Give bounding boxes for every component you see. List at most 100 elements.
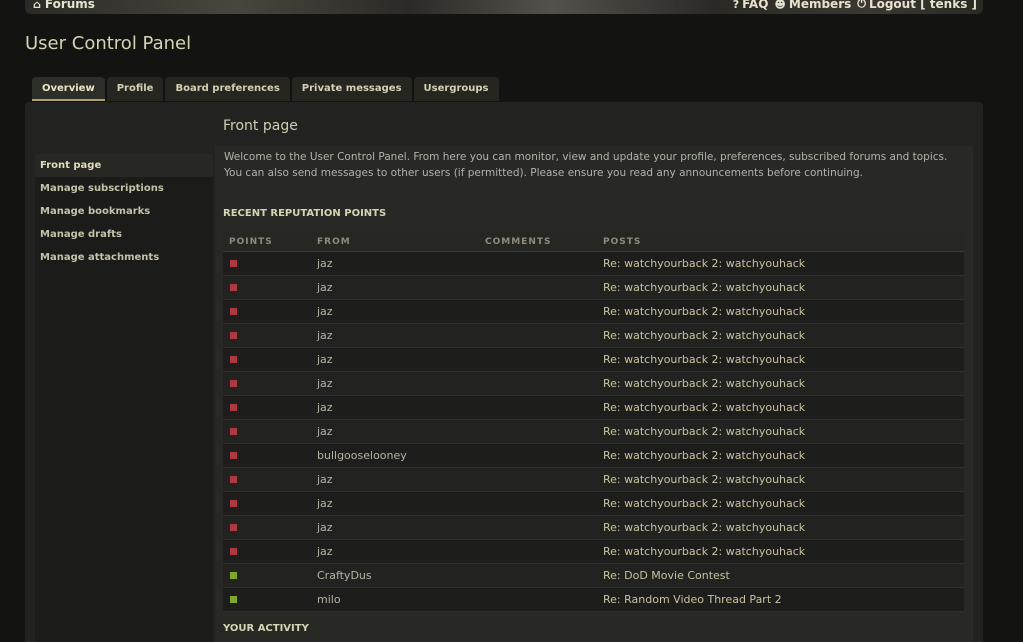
from-user-link[interactable]: jaz xyxy=(311,371,479,396)
points-cell xyxy=(223,563,311,588)
table-row: milo Re: Random Video Thread Part 2 xyxy=(223,587,964,612)
top-banner: ⌂ Forums ? FAQ ☻ Members ⏻ Logout [ tenk… xyxy=(25,0,983,14)
from-user-link[interactable]: jaz xyxy=(311,467,479,492)
post-link[interactable]: Re: Random Video Thread Part 2 xyxy=(597,587,964,612)
sidebar-item-manage-drafts[interactable]: Manage drafts xyxy=(35,223,213,246)
comment-cell xyxy=(479,467,597,492)
table-row: jaz Re: watchyourback 2: watchyouhack xyxy=(223,347,964,372)
comment-cell xyxy=(479,491,597,516)
points-cell xyxy=(223,467,311,492)
points-cell xyxy=(223,491,311,516)
comment-cell xyxy=(479,539,597,564)
from-user-link[interactable]: jaz xyxy=(311,323,479,348)
post-link[interactable]: Re: watchyourback 2: watchyouhack xyxy=(597,395,964,420)
negative-point-icon xyxy=(230,380,237,387)
points-cell xyxy=(223,539,311,564)
comment-cell xyxy=(479,443,597,468)
reputation-heading: RECENT REPUTATION POINTS xyxy=(223,208,387,219)
from-user-link[interactable]: bullgooselooney xyxy=(311,443,479,468)
from-user-link[interactable]: jaz xyxy=(311,395,479,420)
table-row: jaz Re: watchyourback 2: watchyouhack xyxy=(223,491,964,516)
negative-point-icon xyxy=(230,356,237,363)
power-icon: ⏻ xyxy=(857,0,866,10)
comment-cell xyxy=(479,251,597,276)
sidebar-item-front-page[interactable]: Front page xyxy=(35,154,213,177)
post-link[interactable]: Re: watchyourback 2: watchyouhack xyxy=(597,515,964,540)
comment-cell xyxy=(479,299,597,324)
from-user-link[interactable]: jaz xyxy=(311,299,479,324)
from-user-link[interactable]: jaz xyxy=(311,491,479,516)
post-link[interactable]: Re: watchyourback 2: watchyouhack xyxy=(597,299,964,324)
post-link[interactable]: Re: watchyourback 2: watchyouhack xyxy=(597,347,964,372)
comment-cell xyxy=(479,587,597,612)
members-icon: ☻ xyxy=(774,0,786,11)
points-cell xyxy=(223,299,311,324)
post-link[interactable]: Re: watchyourback 2: watchyouhack xyxy=(597,371,964,396)
points-cell xyxy=(223,371,311,396)
points-cell xyxy=(223,515,311,540)
question-icon: ? xyxy=(732,0,740,11)
points-cell xyxy=(223,587,311,612)
table-row: jaz Re: watchyourback 2: watchyouhack xyxy=(223,371,964,396)
post-link[interactable]: Re: watchyourback 2: watchyouhack xyxy=(597,323,964,348)
members-link[interactable]: ☻ Members xyxy=(774,0,851,11)
post-link[interactable]: Re: watchyourback 2: watchyouhack xyxy=(597,491,964,516)
forums-label: Forums xyxy=(44,0,95,11)
logout-label: Logout [ tenks ] xyxy=(868,0,977,11)
table-row: jaz Re: watchyourback 2: watchyouhack xyxy=(223,467,964,492)
forums-link[interactable]: ⌂ Forums xyxy=(33,0,95,11)
faq-label: FAQ xyxy=(742,0,769,11)
points-cell xyxy=(223,443,311,468)
table-row: jaz Re: watchyourback 2: watchyouhack xyxy=(223,419,964,444)
tab-usergroups[interactable]: Usergroups xyxy=(413,77,499,101)
faq-link[interactable]: ? FAQ xyxy=(733,0,769,11)
from-user-link[interactable]: jaz xyxy=(311,251,479,276)
points-cell xyxy=(223,251,311,276)
tab-private-messages[interactable]: Private messages xyxy=(291,77,412,101)
negative-point-icon xyxy=(230,284,237,291)
logout-link[interactable]: ⏻ Logout [ tenks ] xyxy=(857,0,977,11)
sidebar-item-manage-subscriptions[interactable]: Manage subscriptions xyxy=(35,177,213,200)
post-link[interactable]: Re: watchyourback 2: watchyouhack xyxy=(597,539,964,564)
sidebar-item-manage-attachments[interactable]: Manage attachments xyxy=(35,246,213,269)
post-link[interactable]: Re: watchyourback 2: watchyouhack xyxy=(597,443,964,468)
from-user-link[interactable]: milo xyxy=(311,587,479,612)
sidebar-menu: Front page Manage subscriptions Manage b… xyxy=(35,154,213,275)
post-link[interactable]: Re: watchyourback 2: watchyouhack xyxy=(597,467,964,492)
post-link[interactable]: Re: watchyourback 2: watchyouhack xyxy=(597,419,964,444)
column-header-comments: COMMENTS xyxy=(479,232,597,252)
post-link[interactable]: Re: watchyourback 2: watchyouhack xyxy=(597,275,964,300)
points-cell xyxy=(223,347,311,372)
from-user-link[interactable]: CraftyDus xyxy=(311,563,479,588)
page-title: User Control Panel xyxy=(25,33,192,54)
sidebar-item-manage-bookmarks[interactable]: Manage bookmarks xyxy=(35,200,213,223)
post-link[interactable]: Re: DoD Movie Contest xyxy=(597,563,964,588)
column-header-from: FROM xyxy=(311,232,479,252)
sidebar-background xyxy=(35,268,213,642)
negative-point-icon xyxy=(230,452,237,459)
from-user-link[interactable]: jaz xyxy=(311,347,479,372)
from-user-link[interactable]: jaz xyxy=(311,539,479,564)
from-user-link[interactable]: jaz xyxy=(311,419,479,444)
post-link[interactable]: Re: watchyourback 2: watchyouhack xyxy=(597,251,964,276)
content-title: Front page xyxy=(223,118,298,134)
table-row: jaz Re: watchyourback 2: watchyouhack xyxy=(223,515,964,540)
tab-board-preferences[interactable]: Board preferences xyxy=(165,77,290,101)
table-row: jaz Re: watchyourback 2: watchyouhack xyxy=(223,323,964,348)
table-header-row: POINTS FROM COMMENTS POSTS xyxy=(223,232,964,252)
points-cell xyxy=(223,419,311,444)
points-cell xyxy=(223,395,311,420)
table-row: jaz Re: watchyourback 2: watchyouhack xyxy=(223,395,964,420)
comment-cell xyxy=(479,395,597,420)
comment-cell xyxy=(479,275,597,300)
table-row: jaz Re: watchyourback 2: watchyouhack xyxy=(223,275,964,300)
welcome-text: Welcome to the User Control Panel. From … xyxy=(224,151,948,179)
from-user-link[interactable]: jaz xyxy=(311,275,479,300)
activity-heading: YOUR ACTIVITY xyxy=(223,623,309,634)
table-row: jaz Re: watchyourback 2: watchyouhack xyxy=(223,539,964,564)
from-user-link[interactable]: jaz xyxy=(311,515,479,540)
tab-overview[interactable]: Overview xyxy=(32,77,105,101)
negative-point-icon xyxy=(230,332,237,339)
tab-profile[interactable]: Profile xyxy=(106,77,164,101)
comment-cell xyxy=(479,323,597,348)
